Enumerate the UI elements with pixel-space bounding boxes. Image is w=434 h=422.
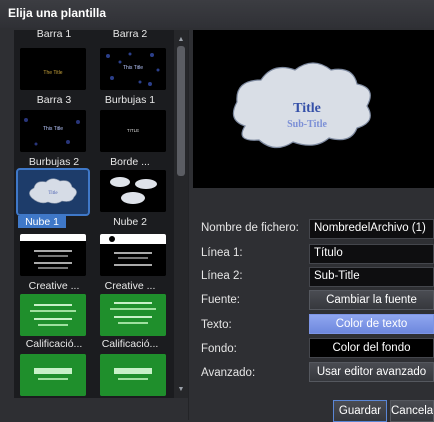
template-preview: Title Sub-Title [193,30,434,188]
filename-label: Nombre de fichero: [201,222,299,234]
template-caption: Calificació... [25,338,83,350]
rating-preview-icon [100,294,166,336]
template-caption: Barra 3 [36,94,72,106]
change-font-button[interactable]: Cambiar la fuente [309,290,434,310]
preview-subtitle: Sub-Title [287,119,327,130]
advanced-label: Avanzado: [201,367,256,379]
template-caption: Creative ... [104,280,156,292]
cloud-title-preview: Title Sub-Title [193,30,434,188]
cancel-button[interactable]: Cancelar [390,400,434,422]
creative-preview-icon [100,234,166,276]
text-color-label: Texto: [201,319,232,331]
save-button[interactable]: Guardar [333,400,387,422]
line2-field[interactable]: Sub-Title [309,267,434,287]
template-thumb-creative-1[interactable] [20,234,86,276]
text-color-button[interactable]: Color de texto [309,314,434,334]
title-bar: Elija una plantilla [0,0,434,28]
template-caption: Barra 2 [112,30,148,40]
cloud-preview-icon: Title [18,170,88,214]
bar-preview-icon: The Title [20,48,86,90]
svg-text:This Title: This Title [43,126,63,132]
dialog-title: Elija una plantilla [8,6,107,20]
panel-divider [188,30,189,420]
gallery-scrollbar[interactable]: ▲ ▼ [174,30,188,398]
template-caption: Burbujas 2 [28,156,80,168]
svg-text:This Title: This Title [123,65,143,71]
svg-text:Title: Title [48,191,58,196]
rating-preview-icon [20,354,86,396]
rating-preview-icon [100,354,166,396]
background-color-label: Fondo: [201,343,237,355]
background-color-button[interactable]: Color del fondo [309,338,434,358]
svg-text:The Title: The Title [43,70,62,76]
line2-label: Línea 2: [201,270,243,282]
template-thumb-burbujas-1[interactable]: This Title [100,48,166,90]
line1-field[interactable]: Título [309,244,434,264]
filename-field[interactable]: NombredelArchivo (1) [309,219,434,239]
template-thumb-burbujas-2[interactable]: This Title [20,110,86,152]
svg-text:TITLE: TITLE [127,128,139,133]
cloud-preview-icon [100,170,166,212]
template-thumb-nube-2[interactable] [100,170,166,212]
creative-preview-icon [20,234,86,276]
template-caption-selected: Nube 1 [18,216,66,228]
template-caption: Burbujas 1 [104,94,156,106]
template-dialog: Elija una plantilla Barra 1 Barra 2 The … [0,0,434,422]
line1-label: Línea 1: [201,247,243,259]
template-thumb-calificacion-2[interactable] [100,294,166,336]
template-thumb-borde[interactable]: TITLE [100,110,166,152]
bubbles-preview-icon: This Title [100,48,166,90]
template-caption: Borde ... [110,156,150,168]
template-caption: Creative ... [28,280,80,292]
template-caption: Barra 1 [36,30,72,40]
template-thumb-barra-3[interactable]: The Title [20,48,86,90]
scrollbar-thumb[interactable] [177,46,185,176]
template-thumb-calificacion-1[interactable] [20,294,86,336]
font-label: Fuente: [201,294,240,306]
advanced-editor-button[interactable]: Usar editor avanzado [309,362,434,382]
template-caption: Calificació... [101,338,159,350]
template-thumb-next-2[interactable] [100,354,166,396]
template-thumb-nube-1[interactable]: Title [16,168,90,216]
scroll-down-icon[interactable]: ▼ [177,386,185,393]
preview-title: Title [293,101,321,116]
template-caption: Nube 2 [113,216,147,228]
bubbles-preview-icon: This Title [20,110,86,152]
template-gallery: Barra 1 Barra 2 The Title This Title Bar… [14,30,174,398]
template-thumb-creative-2[interactable] [100,234,166,276]
template-thumb-next-1[interactable] [20,354,86,396]
rating-preview-icon [20,294,86,336]
border-preview-icon: TITLE [100,110,166,152]
scroll-up-icon[interactable]: ▲ [177,36,185,43]
